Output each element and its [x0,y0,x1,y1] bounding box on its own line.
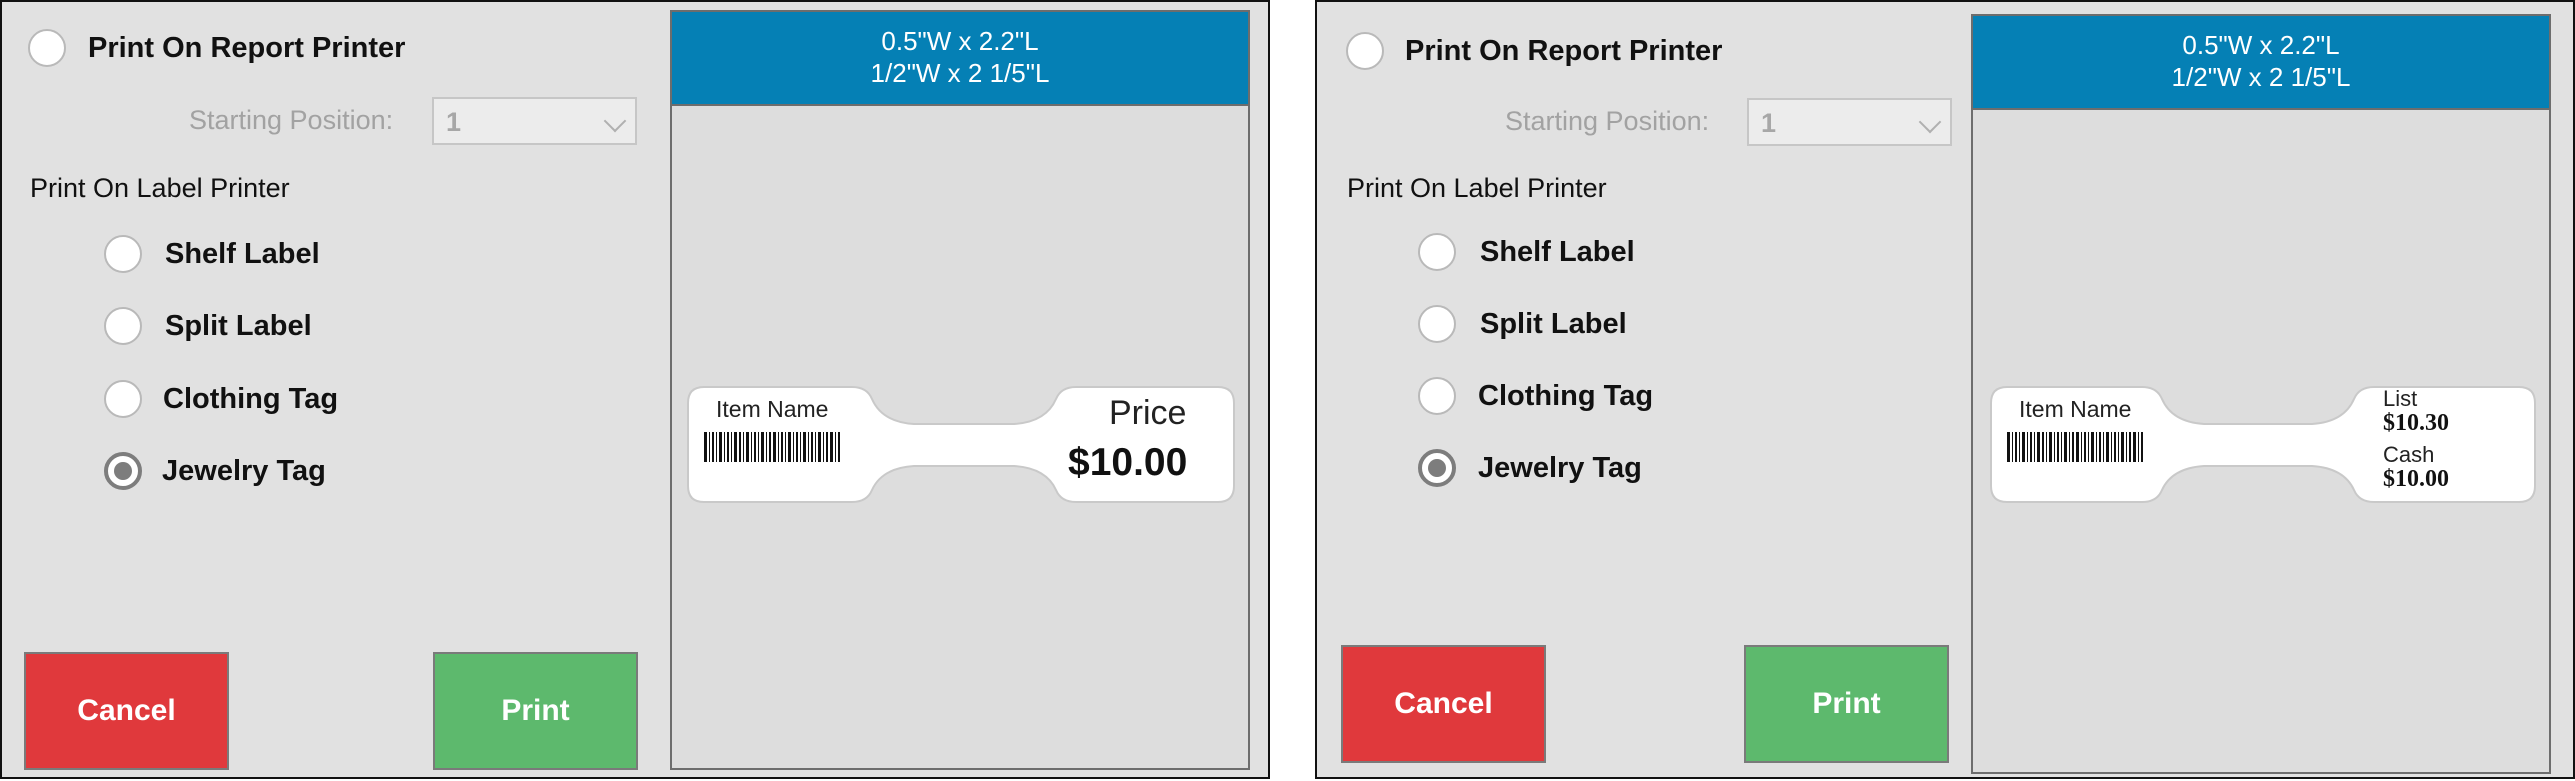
label-size-line1: 0.5"W x 2.2"L [881,26,1039,56]
print-button[interactable]: Print [433,652,638,770]
label-size-line1: 0.5"W x 2.2"L [2182,30,2340,60]
starting-position-label: Starting Position: [189,105,394,135]
item-name-text: Item Name [2019,396,2132,422]
clothing-tag-label: Clothing Tag [1478,380,1654,412]
jewelry-tag-label: Jewelry Tag [162,455,326,487]
label-printer-heading: Print On Label Printer [30,173,290,203]
shelf-label-label: Shelf Label [165,238,320,270]
split-label-radio[interactable] [1418,305,1456,343]
price-label-text: Price [1109,394,1187,432]
cancel-button[interactable]: Cancel [24,652,229,770]
clothing-tag-label: Clothing Tag [163,383,339,415]
clothing-tag-radio[interactable] [104,380,142,418]
jewelry-tag-label: Jewelry Tag [1478,452,1642,484]
shelf-label-radio[interactable] [104,235,142,273]
shelf-label-radio[interactable] [1418,233,1456,271]
chevron-down-icon [603,109,627,133]
jewelry-tag-preview: Item Name List $10.30 Cash $10.00 [1987,380,2543,518]
price-value-text: $10.00 [1068,441,1188,484]
cash-label-text: Cash [2383,442,2435,467]
report-printer-radio[interactable] [1346,32,1384,70]
split-label-radio[interactable] [104,307,142,345]
clothing-tag-radio[interactable] [1418,377,1456,415]
chevron-down-icon [1918,110,1942,134]
jewelry-tag-preview: Item Name Price $10.00 [684,380,1240,518]
list-label-text: List [2383,386,2418,411]
report-printer-label: Print On Report Printer [88,32,406,64]
label-preview: 0.5"W x 2.2"L 1/2"W x 2 1/5"L Item Name … [1971,14,2551,774]
cash-value-text: $10.00 [2383,466,2449,492]
label-printer-heading: Print On Label Printer [1347,173,1607,203]
split-label-label: Split Label [1480,308,1627,340]
print-button[interactable]: Print [1744,645,1949,763]
print-dialog-left: Print On Report Printer Starting Positio… [0,0,1270,779]
split-label-label: Split Label [165,310,312,342]
starting-position-value: 1 [446,107,462,137]
starting-position-select[interactable]: 1 [1747,98,1952,146]
print-dialog-right: Print On Report Printer Starting Positio… [1315,0,2575,779]
shelf-label-label: Shelf Label [1480,236,1635,268]
label-size-line2: 1/2"W x 2 1/5"L [2171,62,2351,92]
label-preview: 0.5"W x 2.2"L 1/2"W x 2 1/5"L Item Name … [670,10,1250,770]
starting-position-label: Starting Position: [1505,106,1710,136]
label-size-header: 0.5"W x 2.2"L 1/2"W x 2 1/5"L [672,12,1248,106]
jewelry-tag-radio[interactable] [1418,449,1456,487]
label-size-header: 0.5"W x 2.2"L 1/2"W x 2 1/5"L [1973,16,2549,110]
cancel-button[interactable]: Cancel [1341,645,1546,763]
starting-position-select[interactable]: 1 [432,97,637,145]
label-size-line2: 1/2"W x 2 1/5"L [870,58,1050,88]
report-printer-label: Print On Report Printer [1405,35,1723,67]
report-printer-radio[interactable] [28,29,66,67]
item-name-text: Item Name [716,396,829,422]
jewelry-tag-radio[interactable] [104,452,142,490]
list-value-text: $10.30 [2383,410,2449,436]
starting-position-value: 1 [1761,108,1777,138]
